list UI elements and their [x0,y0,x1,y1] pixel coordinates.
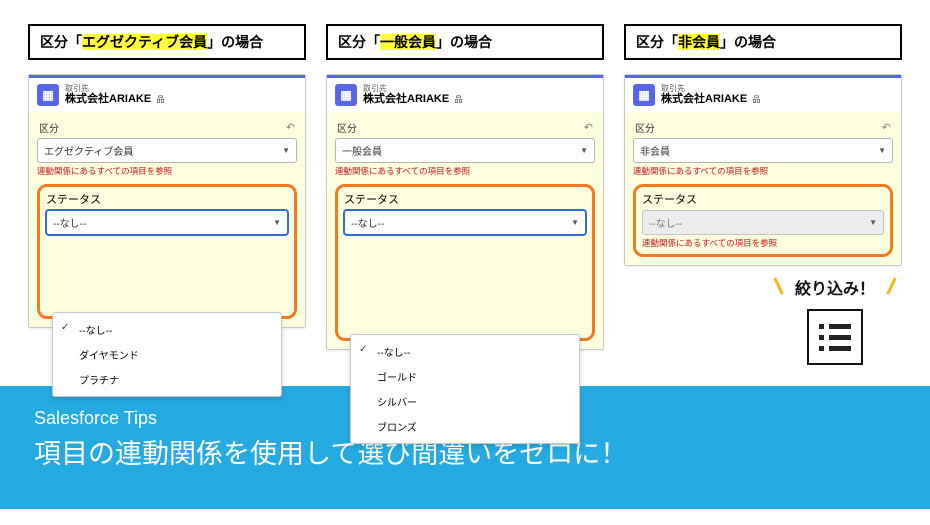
record-name: 株式会社ARIAKE [661,93,747,105]
highlight-ring: ステータス --なし-- ▼ 連動関係にあるすべての項目を参照 [633,184,893,257]
dropdown-option[interactable]: シルバー [351,389,579,414]
record-name: 株式会社ARIAKE [65,93,151,105]
kubun-select[interactable]: エグゼクティブ会員 ▼ [37,138,297,163]
kubun-value: エグゼクティブ会員 [44,143,133,158]
field-status: ステータス --なし-- ▼ --なし-- ダイヤモンド プラチナ [46,191,288,310]
account-icon: ▦ [335,84,357,106]
help-text: 連動関係にあるすべての項目を参照 [335,166,595,176]
label-status: ステータス [46,191,288,207]
panel-executive: 区分「エグゼクティブ会員」の場合 ▦ 取引先 株式会社ARIAKE 品 区分 ↶ [28,24,306,350]
status-select[interactable]: --なし-- ▼ [46,210,288,235]
undo-icon[interactable]: ↶ [882,121,891,134]
kubun-select[interactable]: 非会員 ▼ [633,138,893,163]
panel-title-general: 区分「一般会員」の場合 [326,24,604,60]
panel-general: 区分「一般会員」の場合 ▦ 取引先 株式会社ARIAKE 品 区分 ↶ [326,24,604,350]
highlight-executive: エグゼクティブ会員 [82,34,207,50]
field-kubun: 区分 ↶ 非会員 ▼ 連動関係にあるすべての項目を参照 [633,120,893,176]
label-kubun: 区分 [635,120,655,135]
field-kubun: 区分 ↶ 一般会員 ▼ 連動関係にあるすべての項目を参照 [335,120,595,176]
help-text: 連動関係にあるすべての項目を参照 [642,238,884,248]
highlight-ring: ステータス --なし-- ▼ --なし-- ダイヤモンド プラチナ [37,184,297,319]
help-text: 連動関係にあるすべての項目を参照 [633,166,893,176]
highlight-ring: ステータス --なし-- ▼ --なし-- ゴールド シルバー ブロンズ [335,184,595,341]
status-value: --なし-- [53,215,86,230]
card-nonmember: ▦ 取引先 株式会社ARIAKE 品 区分 ↶ 非会員 [624,74,902,266]
kubun-value: 一般会員 [342,143,382,158]
panel-title-executive: 区分「エグゼクティブ会員」の場合 [28,24,306,60]
chevron-down-icon: ▼ [571,218,579,227]
field-status: ステータス --なし-- ▼ --なし-- ゴールド シルバー ブロンズ [344,191,586,332]
chevron-down-icon: ▼ [580,146,588,155]
undo-icon[interactable]: ↶ [286,121,295,134]
label-kubun: 区分 [337,120,357,135]
dropdown-option[interactable]: ダイヤモンド [53,342,281,367]
card-executive: ▦ 取引先 株式会社ARIAKE 品 区分 ↶ エグゼクティブ会員 [28,74,306,328]
dropdown-option[interactable]: ブロンズ [351,414,579,439]
hierarchy-icon[interactable]: 品 [452,95,462,104]
card-general: ▦ 取引先 株式会社ARIAKE 品 区分 ↶ 一般会員 [326,74,604,350]
status-value: --なし-- [649,215,682,230]
status-value: --なし-- [351,215,384,230]
highlight-general: 一般会員 [380,34,436,50]
label-status: ステータス [344,191,586,207]
record-header: ▦ 取引先 株式会社ARIAKE 品 [29,75,305,112]
chevron-down-icon: ▼ [869,218,877,227]
label-kubun: 区分 [39,120,59,135]
chevron-down-icon: ▼ [878,146,886,155]
status-select[interactable]: --なし-- ▼ [344,210,586,235]
chevron-down-icon: ▼ [273,218,281,227]
account-icon: ▦ [633,84,655,106]
record-header: ▦ 取引先 株式会社ARIAKE 品 [625,75,901,112]
label-status: ステータス [642,191,884,207]
undo-icon[interactable]: ↶ [584,121,593,134]
kubun-select[interactable]: 一般会員 ▼ [335,138,595,163]
highlight-nonmember: 非会員 [678,34,720,50]
status-dropdown: --なし-- ゴールド シルバー ブロンズ [350,334,580,444]
kubun-value: 非会員 [640,143,670,158]
callout: 絞り込み！ [795,275,875,365]
record-name: 株式会社ARIAKE [363,93,449,105]
dropdown-option[interactable]: プラチナ [53,367,281,392]
chevron-down-icon: ▼ [282,146,290,155]
record-header: ▦ 取引先 株式会社ARIAKE 品 [327,75,603,112]
hierarchy-icon[interactable]: 品 [154,95,164,104]
panel-title-nonmember: 区分「非会員」の場合 [624,24,902,60]
status-select-disabled: --なし-- ▼ [642,210,884,235]
status-dropdown: --なし-- ダイヤモンド プラチナ [52,312,282,397]
field-kubun: 区分 ↶ エグゼクティブ会員 ▼ 連動関係にあるすべての項目を参照 [37,120,297,176]
callout-text: 絞り込み！ [795,275,875,299]
dropdown-option[interactable]: ゴールド [351,364,579,389]
account-icon: ▦ [37,84,59,106]
hierarchy-icon[interactable]: 品 [750,95,760,104]
help-text: 連動関係にあるすべての項目を参照 [37,166,297,176]
field-status: ステータス --なし-- ▼ 連動関係にあるすべての項目を参照 [642,191,884,248]
dropdown-option[interactable]: --なし-- [53,317,281,342]
list-icon [807,309,863,365]
dropdown-option[interactable]: --なし-- [351,339,579,364]
